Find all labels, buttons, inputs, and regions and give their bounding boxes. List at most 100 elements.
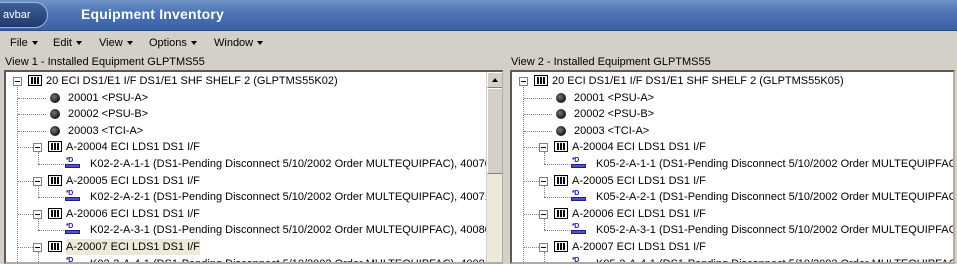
- tree-row-port[interactable]: *D K02-2-A-2-1 (DS1-Pending Disconnect 5/…: [6, 185, 504, 205]
- tree-connector: [38, 251, 39, 262]
- tree-node-label: K05-2-A-2-1 (DS1-Pending Disconnect 5/10…: [596, 191, 955, 204]
- tree-row-dot[interactable]: 20001 <PSU-A>: [512, 90, 953, 106]
- tree-node-label: K02-2-A-3-1 (DS1-Pending Disconnect 5/10…: [90, 224, 504, 237]
- tree-connector: [544, 230, 570, 232]
- collapse-icon[interactable]: [519, 77, 528, 86]
- scroll-up-arrow-icon[interactable]: [487, 72, 502, 88]
- menu-options-label: Options: [149, 37, 187, 49]
- tree-node-label: A-20007 ECI LDS1 DS1 I/F: [66, 239, 200, 255]
- tree-row-card[interactable]: A-20007 ECI LDS1 DS1 I/F: [6, 239, 502, 255]
- view1-tree[interactable]: 20 ECI DS1/E1 I/F DS1/E1 SHF SHELF 2 (GL…: [4, 70, 504, 264]
- tree-connector: [524, 130, 552, 132]
- ds1-port-icon: *D: [571, 190, 587, 202]
- tree-node-label: A-20006 ECI LDS1 DS1 I/F: [66, 207, 200, 220]
- tree-row-dot[interactable]: 20001 <PSU-A>: [6, 90, 502, 106]
- menu-options[interactable]: Options: [149, 37, 197, 49]
- menu-window-label: Window: [214, 37, 254, 49]
- tree-node-label: K05-2-A-3-1 (DS1-Pending Disconnect 5/10…: [596, 224, 955, 237]
- tree-row-dot[interactable]: 20003 <TCI-A>: [512, 123, 953, 139]
- tree-row-port[interactable]: *D K05-2-A-1-1 (DS1-Pending Disconnect 5/…: [512, 152, 955, 172]
- tree-connector: [524, 114, 552, 116]
- tree-row-card[interactable]: A-20004 ECI LDS1 DS1 I/F: [6, 139, 502, 155]
- view2-tree[interactable]: 20 ECI DS1/E1 I/F DS1/E1 SHF SHELF 2 (GL…: [510, 70, 955, 264]
- tree-connector: [524, 247, 539, 248]
- status-dot-icon: [50, 109, 60, 120]
- menu-file[interactable]: File: [10, 37, 38, 49]
- tree-row-card[interactable]: A-20005 ECI LDS1 DS1 I/F: [512, 173, 953, 189]
- ds1-port-icon: *D: [571, 157, 587, 169]
- view1-scrollbar[interactable]: [486, 72, 502, 262]
- tree-connector: [17, 85, 18, 262]
- tree-connector: [18, 213, 33, 215]
- tree-connector: [544, 185, 545, 198]
- tree-row-port[interactable]: *D K05-2-A-4-1 (DS1-Pending Disconnect 5/…: [512, 251, 955, 264]
- tree-node-label: A-20007 ECI LDS1 DS1 I/F: [572, 241, 706, 253]
- tree-node-label: 20 ECI DS1/E1 I/F DS1/E1 SHF SHELF 2 (GL…: [552, 75, 844, 87]
- tree-node-label: K05-2-A-1-1 (DS1-Pending Disconnect 5/10…: [596, 158, 955, 170]
- status-dot-icon: [50, 92, 60, 103]
- tree-row-shelf[interactable]: 20 ECI DS1/E1 I/F DS1/E1 SHF SHELF 2 (GL…: [512, 73, 953, 89]
- tree-row-port[interactable]: *D K05-2-A-3-1 (DS1-Pending Disconnect 5/…: [512, 218, 955, 238]
- status-dot-icon: [556, 109, 566, 120]
- tree-row-dot[interactable]: 20002 <PSU-B>: [6, 106, 502, 122]
- tree-node-label: 20 ECI DS1/E1 I/F DS1/E1 SHF SHELF 2 (GL…: [46, 75, 338, 87]
- tree-node-label: K05-2-A-4-1 (DS1-Pending Disconnect 5/10…: [596, 257, 955, 264]
- tree-connector: [18, 147, 33, 149]
- tree-connector: [544, 218, 545, 231]
- card-icon: [554, 141, 568, 153]
- tree-node-label: K02-2-A-2-1 (DS1-Pending Disconnect 5/10…: [90, 191, 504, 204]
- scroll-thumb[interactable]: [487, 88, 502, 174]
- tree-row-card[interactable]: A-20005 ECI LDS1 DS1 I/F: [6, 173, 502, 189]
- tree-row-port[interactable]: *D K02-2-A-3-1 (DS1-Pending Disconnect 5/…: [6, 218, 504, 238]
- tree-row-port[interactable]: *D K02-2-A-1-1 (DS1-Pending Disconnect 5/…: [6, 152, 504, 172]
- status-dot-icon: [50, 125, 60, 136]
- card-icon: [554, 241, 568, 252]
- tree-node-label: 20003 <TCI-A>: [68, 124, 144, 137]
- chevron-down-icon: [75, 41, 82, 45]
- tree-connector: [524, 97, 552, 99]
- menu-edit[interactable]: Edit: [53, 37, 82, 49]
- tree-node-label: 20001 <PSU-A>: [574, 91, 655, 104]
- menu-window[interactable]: Window: [214, 37, 264, 49]
- tree-connector: [18, 180, 33, 182]
- tree-row-shelf[interactable]: 20 ECI DS1/E1 I/F DS1/E1 SHF SHELF 2 (GL…: [6, 73, 502, 89]
- ds1-port-icon: *D: [571, 223, 587, 235]
- tree-row-card[interactable]: A-20006 ECI LDS1 DS1 I/F: [512, 206, 953, 222]
- card-icon: [554, 207, 568, 219]
- view-splitter[interactable]: [503, 70, 510, 264]
- tree-connector: [38, 152, 39, 164]
- tree-row-card[interactable]: A-20007 ECI LDS1 DS1 I/F: [512, 239, 953, 255]
- tree-connector: [38, 218, 39, 231]
- tree-row-port[interactable]: *D K02-2-A-4-1 (DS1-Pending Disconnect 5/…: [6, 251, 502, 262]
- title-bar: avbar Equipment Inventory: [0, 0, 957, 31]
- tree-node-label: 20003 <TCI-A>: [574, 124, 650, 137]
- menu-view[interactable]: View: [99, 37, 133, 49]
- navbar-button[interactable]: avbar: [0, 2, 48, 28]
- tree-row-dot[interactable]: 20003 <TCI-A>: [6, 123, 502, 139]
- tree-row-port[interactable]: *D K05-2-A-2-1 (DS1-Pending Disconnect 5/…: [512, 185, 955, 205]
- tree-node-label: A-20004 ECI LDS1 DS1 I/F: [66, 141, 200, 154]
- tree-connector: [18, 114, 46, 116]
- tree-connector: [38, 197, 64, 199]
- tree-connector: [524, 213, 539, 215]
- ds1-port-icon: *D: [65, 223, 81, 235]
- tree-row-card[interactable]: A-20004 ECI LDS1 DS1 I/F: [512, 139, 953, 155]
- chevron-down-icon: [257, 41, 264, 45]
- card-icon: [48, 207, 62, 219]
- tree-node-label: A-20004 ECI LDS1 DS1 I/F: [572, 141, 706, 154]
- tree-connector: [544, 197, 570, 199]
- menu-view-label: View: [99, 37, 123, 49]
- tree-row-dot[interactable]: 20002 <PSU-B>: [512, 106, 953, 122]
- ds1-port-icon: *D: [65, 157, 81, 169]
- tree-row-card[interactable]: A-20006 ECI LDS1 DS1 I/F: [6, 206, 502, 222]
- tree-node-label: K02-2-A-1-1 (DS1-Pending Disconnect 5/10…: [90, 158, 504, 170]
- tree-connector: [544, 152, 545, 164]
- view2-label: View 2 - Installed Equipment GLPTMS55: [511, 56, 711, 68]
- menu-file-label: File: [10, 37, 28, 49]
- ds1-port-icon: *D: [65, 257, 81, 262]
- menu-edit-label: Edit: [53, 37, 72, 49]
- chevron-down-icon: [126, 41, 133, 45]
- menu-bar: File Edit View Options Window: [0, 32, 957, 53]
- tree-connector: [38, 230, 64, 232]
- chevron-down-icon: [31, 41, 38, 45]
